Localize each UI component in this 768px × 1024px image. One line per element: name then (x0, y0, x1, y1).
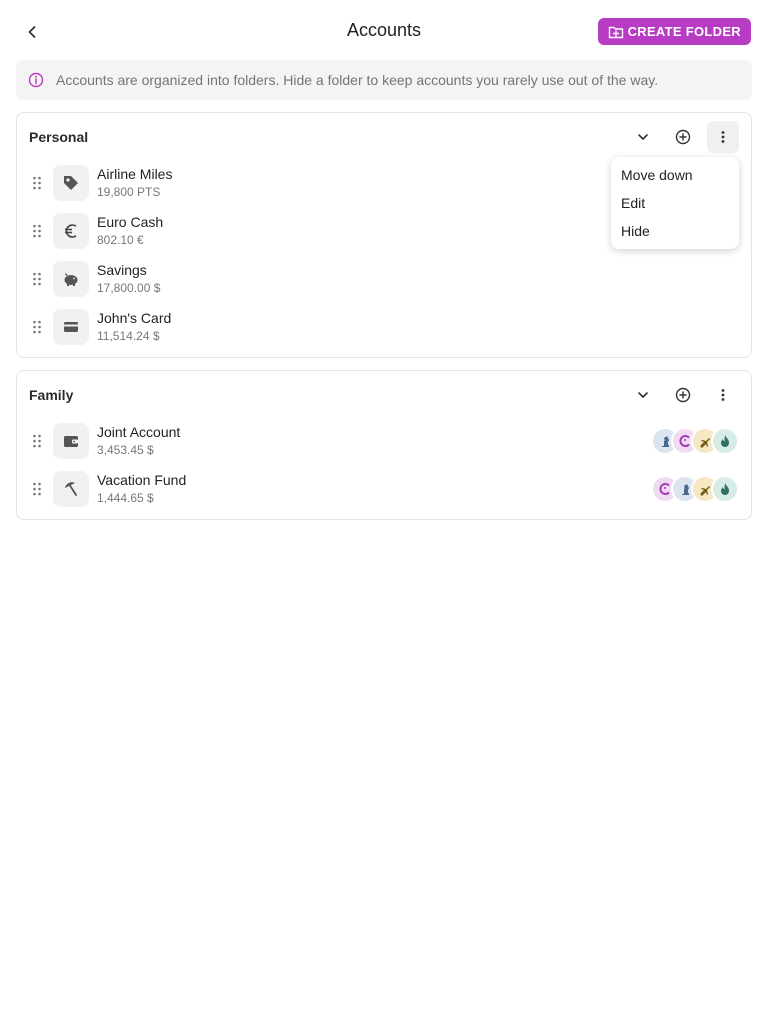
drag-handle-icon[interactable] (29, 269, 45, 289)
account-balance: 3,453.45 $ (97, 443, 154, 457)
collapse-folder-button[interactable] (627, 379, 659, 411)
account-balance: 1,444.65 $ (97, 491, 154, 505)
euro-icon (53, 213, 89, 249)
plus-circle-icon (675, 387, 691, 403)
account-name: Vacation Fund (97, 472, 187, 488)
folder-actions (627, 121, 739, 153)
menu-item-hide[interactable]: Hide (611, 217, 739, 245)
member-avatars (651, 475, 739, 503)
create-folder-label: CREATE FOLDER (627, 24, 741, 39)
folder-title: Personal (29, 129, 89, 145)
flame-avatar (711, 475, 739, 503)
add-account-button[interactable] (667, 379, 699, 411)
chevron-down-icon (638, 134, 648, 140)
drag-handle-icon[interactable] (29, 173, 45, 193)
folder-menu-button[interactable] (707, 379, 739, 411)
member-avatars (651, 427, 739, 455)
account-row[interactable]: John's Card 11,514.24 $ (17, 303, 751, 351)
menu-item-move-down[interactable]: Move down (611, 161, 739, 189)
info-text: Accounts are organized into folders. Hid… (56, 72, 659, 88)
account-name: John's Card (97, 310, 172, 326)
app-header: Accounts CREATE FOLDER (0, 0, 768, 64)
account-balance: 19,800 PTS (97, 185, 161, 199)
collapse-folder-button[interactable] (627, 121, 659, 153)
account-name: Joint Account (97, 424, 181, 440)
credit-card-icon (53, 309, 89, 345)
wallet-icon (53, 423, 89, 459)
beach-umbrella-icon (53, 471, 89, 507)
menu-item-edit[interactable]: Edit (611, 189, 739, 217)
account-name: Airline Miles (97, 166, 173, 182)
account-row[interactable]: Savings 17,800.00 $ (17, 255, 751, 303)
account-balance: 17,800.00 $ (97, 281, 161, 295)
plus-circle-icon (675, 129, 691, 145)
folder-plus-icon (608, 26, 623, 38)
folder-header: Personal (17, 113, 751, 159)
piggy-bank-icon (53, 261, 89, 297)
folder-actions (627, 379, 739, 411)
account-row[interactable]: Joint Account 3,453.45 $ (17, 417, 751, 465)
folder-card-family: Family Joint Account 3,453.45 $ Vacation… (16, 370, 752, 520)
drag-handle-icon[interactable] (29, 221, 45, 241)
account-row[interactable]: Vacation Fund 1,444.65 $ (17, 465, 751, 513)
info-banner: Accounts are organized into folders. Hid… (16, 60, 752, 100)
tag-icon (53, 165, 89, 201)
account-name: Euro Cash (97, 214, 164, 230)
folder-menu-button[interactable] (707, 121, 739, 153)
drag-handle-icon[interactable] (29, 431, 45, 451)
create-folder-button[interactable]: CREATE FOLDER (597, 18, 751, 45)
account-balance: 802.10 € (97, 233, 144, 247)
folder-title: Family (29, 387, 74, 403)
info-icon (28, 72, 44, 88)
folder-header: Family (17, 371, 751, 417)
folder-context-menu: Move down Edit Hide (611, 157, 739, 249)
account-name: Savings (97, 262, 147, 278)
drag-handle-icon[interactable] (29, 317, 45, 337)
account-balance: 11,514.24 $ (97, 329, 160, 343)
add-account-button[interactable] (667, 121, 699, 153)
more-vertical-icon (721, 389, 725, 401)
drag-handle-icon[interactable] (29, 479, 45, 499)
flame-avatar (711, 427, 739, 455)
chevron-down-icon (638, 392, 648, 398)
more-vertical-icon (721, 131, 725, 143)
